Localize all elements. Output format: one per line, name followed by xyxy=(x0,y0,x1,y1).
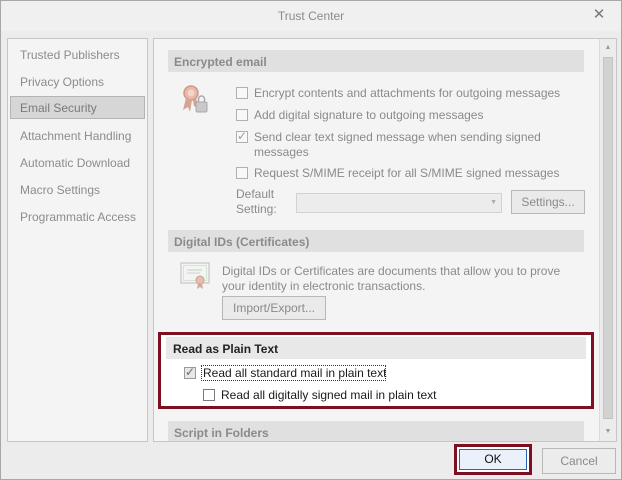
digital-ids-description-line2: your identity in electronic transactions… xyxy=(222,279,426,293)
read-signed-mail-plain-text-label: Read all digitally signed mail in plain … xyxy=(221,388,437,402)
add-signature-checkbox[interactable] xyxy=(236,109,248,121)
script-in-folders-header: Script in Folders xyxy=(168,421,584,441)
scroll-up-icon[interactable]: ▲ xyxy=(602,42,614,54)
nav-item-trusted-publishers[interactable]: Trusted Publishers xyxy=(10,43,145,66)
digital-ids-description: Digital IDs or Certificates are document… xyxy=(222,264,561,278)
window-title: Trust Center xyxy=(277,9,345,23)
trust-center-dialog: Trust Center ✕ Trusted Publishers Privac… xyxy=(0,0,622,480)
close-icon[interactable]: ✕ xyxy=(591,7,607,23)
nav-item-attachment-handling[interactable]: Attachment Handling xyxy=(10,124,145,147)
scroll-down-icon[interactable]: ▼ xyxy=(602,426,614,438)
nav-item-email-security[interactable]: Email Security xyxy=(10,96,145,119)
ok-button-highlight: OK xyxy=(454,444,532,475)
certificate-icon xyxy=(180,262,210,289)
category-nav: Trusted Publishers Privacy Options Email… xyxy=(7,38,148,442)
cancel-button[interactable]: Cancel xyxy=(542,448,616,474)
send-clear-text-label: Send clear text signed message when send… xyxy=(254,130,541,144)
read-signed-mail-plain-text-checkbox[interactable] xyxy=(203,389,215,401)
request-smime-receipt-label: Request S/MIME receipt for all S/MIME si… xyxy=(254,166,560,180)
read-as-plain-text-header: Read as Plain Text xyxy=(166,337,586,359)
digital-ids-header: Digital IDs (Certificates) xyxy=(168,230,584,252)
send-clear-text-checkbox[interactable] xyxy=(236,129,248,143)
ok-button[interactable]: OK xyxy=(459,449,527,470)
import-export-button[interactable]: Import/Export... xyxy=(222,296,326,320)
read-standard-mail-plain-text-label: Read all standard mail in plain text xyxy=(203,366,387,380)
read-standard-mail-plain-text-checkbox[interactable] xyxy=(184,365,196,379)
read-as-plain-text-panel: Read as Plain Text Read all standard mai… xyxy=(158,332,594,409)
add-signature-label: Add digital signature to outgoing messag… xyxy=(254,108,484,122)
nav-item-privacy-options[interactable]: Privacy Options xyxy=(10,70,145,93)
send-clear-text-label-line2: messages xyxy=(254,145,309,159)
nav-item-macro-settings[interactable]: Macro Settings xyxy=(10,178,145,201)
encrypt-contents-label: Encrypt contents and attachments for out… xyxy=(254,86,561,100)
title-bar: Trust Center ✕ xyxy=(1,1,621,31)
default-setting-label: Default xyxy=(236,187,275,201)
request-smime-receipt-checkbox[interactable] xyxy=(236,167,248,179)
nav-item-programmatic-access[interactable]: Programmatic Access xyxy=(10,205,145,228)
encrypted-email-header: Encrypted email xyxy=(168,50,584,72)
default-setting-select[interactable]: ▼ xyxy=(296,193,502,213)
settings-button[interactable]: Settings... xyxy=(511,190,585,214)
default-setting-label-line2: Setting: xyxy=(236,202,277,216)
scrollbar-thumb[interactable] xyxy=(603,57,613,419)
chevron-down-icon: ▼ xyxy=(490,199,497,206)
nav-item-automatic-download[interactable]: Automatic Download xyxy=(10,151,145,174)
content-scrollbar[interactable]: ▲ ▼ xyxy=(599,39,616,441)
encrypt-contents-checkbox[interactable] xyxy=(236,87,248,99)
security-seal-lock-icon xyxy=(183,85,208,113)
